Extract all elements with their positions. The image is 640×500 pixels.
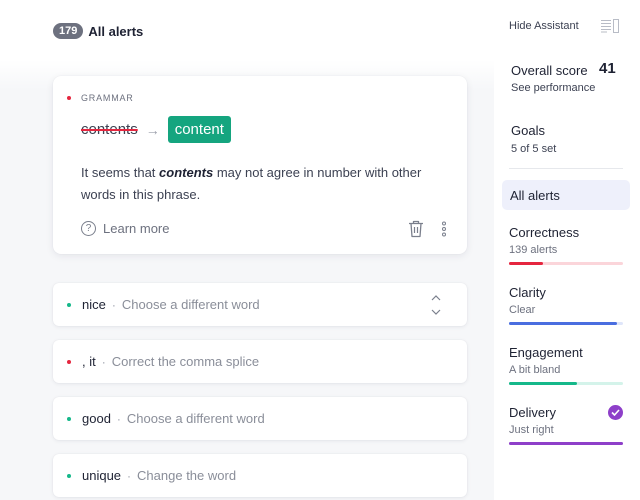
active-alert-card[interactable]: GRAMMAR contents → content It seems that… [53, 76, 467, 254]
category-name: Correctness [509, 225, 580, 240]
alert-hint: Choose a different word [126, 411, 265, 426]
category-status: A bit bland [509, 364, 561, 376]
page-title: All alerts [88, 23, 144, 39]
check-circle-icon [608, 405, 623, 420]
alert-dot-icon [67, 359, 71, 364]
category-progress-bar [509, 262, 623, 265]
alert-dot-icon [67, 302, 71, 307]
trash-icon[interactable] [408, 220, 424, 238]
see-performance-link[interactable]: See performance [511, 82, 595, 94]
alert-separator: · [101, 354, 106, 369]
alert-word: , it [82, 354, 96, 369]
progress-fill [509, 382, 578, 385]
sidebar-item-clarity[interactable]: Clarity Clear [509, 285, 623, 325]
category-name: Clarity [509, 285, 546, 300]
suggestion: contents → content [81, 116, 231, 143]
alert-separator: · [111, 297, 116, 312]
alert-row-0[interactable]: nice · Choose a different word [53, 283, 467, 326]
sidebar-item-delivery[interactable]: Delivery Just right [509, 405, 623, 445]
alert-row-3[interactable]: unique · Change the word [53, 454, 467, 497]
alert-hint: Correct the comma splice [111, 354, 260, 369]
divider [509, 168, 623, 169]
overall-score-value: 41 [599, 60, 616, 77]
alert-dot-icon [67, 473, 71, 478]
sidebar-item-engagement[interactable]: Engagement A bit bland [509, 345, 623, 385]
description-emphasis: contents [159, 165, 214, 180]
category-progress-bar [509, 382, 623, 385]
goals-label: Goals [511, 123, 545, 138]
progress-fill [509, 442, 623, 445]
alert-separator: · [127, 468, 132, 483]
category-status: Clear [509, 304, 536, 316]
alert-word: nice [82, 297, 106, 312]
learn-more-label: Learn more [103, 221, 170, 236]
more-vertical-icon[interactable] [441, 221, 447, 237]
category-name: Delivery [509, 405, 556, 420]
category-progress-bar [509, 322, 623, 325]
alerts-header: 179 All alerts [53, 23, 143, 39]
alert-description: It seems that contents may not agree in … [81, 162, 451, 206]
help-circle-icon: ? [81, 221, 96, 236]
alert-row-1[interactable]: , it · Correct the comma splice [53, 340, 467, 383]
category-label: GRAMMAR [81, 93, 134, 103]
sidebar-item-correctness[interactable]: Correctness 139 alerts [509, 225, 623, 265]
overall-score-label: Overall score [511, 63, 588, 78]
description-text: It seems that [81, 165, 160, 180]
category-dot-icon [67, 96, 71, 100]
hide-assistant-button[interactable]: Hide Assistant [509, 20, 579, 32]
alert-row-2[interactable]: good · Choose a different word [53, 397, 467, 440]
progress-fill [509, 262, 544, 265]
category-progress-bar [509, 442, 623, 445]
category-status: 139 alerts [509, 244, 558, 256]
category-name: Engagement [509, 345, 583, 360]
category-status: Just right [509, 424, 554, 436]
sidebar-toggle-icon[interactable] [600, 19, 620, 33]
alert-hint: Change the word [137, 468, 237, 483]
expand-collapse-icon[interactable] [430, 292, 442, 318]
goals-status: 5 of 5 set [511, 143, 557, 155]
arrow-right-icon: → [145, 121, 160, 138]
progress-fill [509, 322, 618, 325]
main-panel: 179 All alerts GRAMMAR contents → conten… [0, 0, 494, 500]
original-word: contents [81, 121, 138, 138]
learn-more-button[interactable]: ? Learn more [81, 221, 169, 236]
alert-dot-icon [67, 416, 71, 421]
alert-count-badge: 179 [53, 23, 84, 39]
assistant-sidebar: Hide Assistant Overall score 41 See perf… [494, 0, 640, 500]
sidebar-item-all-alerts[interactable]: All alerts [502, 180, 630, 210]
alert-word: good [82, 411, 111, 426]
alert-word: unique [82, 468, 122, 483]
alert-hint: Choose a different word [121, 297, 260, 312]
alert-category: GRAMMAR [67, 93, 134, 103]
replacement-button[interactable]: content [167, 116, 231, 143]
alert-separator: · [116, 411, 121, 426]
